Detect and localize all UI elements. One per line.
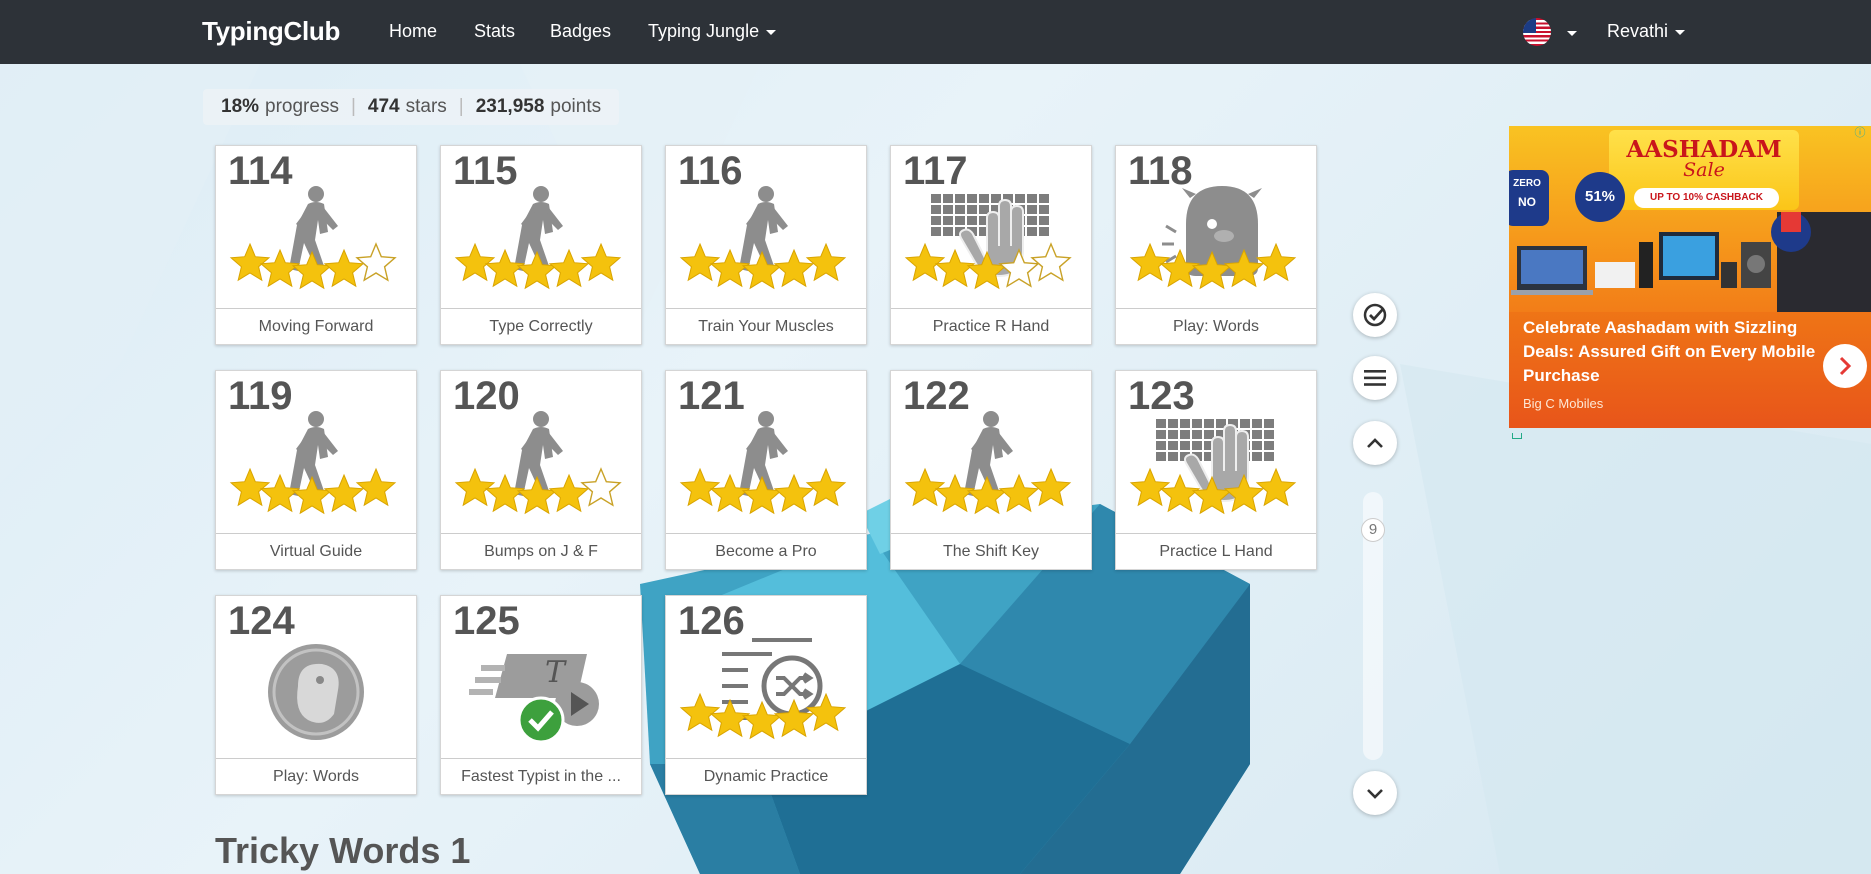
lesson-card-116[interactable]: 116 Train Your Muscles xyxy=(665,145,867,345)
walker-icon xyxy=(454,186,622,290)
lesson-card-117[interactable]: 117 Practice R Hand xyxy=(890,145,1092,345)
menu-lines-icon[interactable] xyxy=(1353,356,1397,400)
svg-text:T: T xyxy=(545,655,567,690)
nav-home[interactable]: Home xyxy=(389,21,437,42)
lesson-title: Train Your Muscles xyxy=(666,308,866,344)
lesson-title: Type Correctly xyxy=(441,308,641,344)
chevron-right-icon xyxy=(1839,356,1852,376)
brand-logo[interactable]: TypingClub xyxy=(202,16,340,47)
points-count: 231,958 xyxy=(475,96,545,117)
walker-icon xyxy=(229,411,397,515)
nav-typing-jungle-dropdown[interactable]: Typing Jungle xyxy=(648,21,777,42)
lesson-card-119[interactable]: 119 Virtual Guide xyxy=(215,370,417,570)
stars-count: 474 xyxy=(367,96,400,117)
lesson-card-124[interactable]: 124 Play: Words xyxy=(215,595,417,795)
progress-label: progress xyxy=(265,96,339,117)
walker-icon xyxy=(679,186,847,290)
lesson-title: Play: Words xyxy=(216,758,416,794)
nav-badges[interactable]: Badges xyxy=(550,21,611,42)
chevron-down-icon xyxy=(766,29,777,35)
ad-close-icon[interactable]: ⓘ xyxy=(1853,126,1867,140)
lesson-title: Play: Words xyxy=(1116,308,1316,344)
ad-sponsor[interactable]: Big C Mobiles xyxy=(1523,396,1603,411)
user-menu-dropdown[interactable]: Revathi xyxy=(1607,21,1686,42)
walker-icon xyxy=(904,411,1072,515)
lesson-title: Practice L Hand xyxy=(1116,533,1316,569)
lesson-card-126[interactable]: 126 Dynamic Practice xyxy=(665,595,867,795)
progress-summary: 18% progress | 474 stars | 231,958 point… xyxy=(203,89,620,125)
ad-cashback: UP TO 10% CASHBACK xyxy=(1634,188,1779,208)
walker-icon xyxy=(229,186,397,290)
lesson-card-125[interactable]: 125 T Fastest Typist in the ... xyxy=(440,595,642,795)
ad-headline[interactable]: Celebrate Aashadam with Sizzling Deals: … xyxy=(1523,316,1823,388)
advertisement-banner[interactable]: AASHADAM Sale UP TO 10% CASHBACK ZERO NO… xyxy=(1509,126,1871,428)
video-complete-icon: T xyxy=(469,654,599,744)
lesson-title: Practice R Hand xyxy=(891,308,1091,344)
ad-arrow-button[interactable] xyxy=(1823,344,1867,388)
stars-label: stars xyxy=(405,96,447,117)
points-label: points xyxy=(550,96,602,117)
lesson-title: Bumps on J & F xyxy=(441,533,641,569)
lesson-title: Fastest Typist in the ... xyxy=(441,758,641,794)
lesson-card-118[interactable]: 118 Play: Words xyxy=(1115,145,1317,345)
shuffle-lines-icon xyxy=(679,638,847,740)
ad-image: AASHADAM Sale UP TO 10% CASHBACK ZERO NO… xyxy=(1509,126,1871,312)
user-name: Revathi xyxy=(1607,21,1669,41)
section-title: Tricky Words 1 xyxy=(215,830,471,871)
page-scroll-thumb[interactable]: 9 xyxy=(1361,518,1385,542)
ad-choices-icon[interactable] xyxy=(1512,433,1522,439)
progress-percent: 18% xyxy=(221,96,260,117)
monster-icon xyxy=(1129,186,1297,290)
walker-icon xyxy=(454,411,622,515)
top-navbar: TypingClub Home Stats Badges Typing Jung… xyxy=(0,0,1871,64)
lesson-card-115[interactable]: 115 Type Correctly xyxy=(440,145,642,345)
lesson-card-114[interactable]: 114 Moving Forward xyxy=(215,145,417,345)
keyboard-hand-icon xyxy=(1129,419,1297,515)
lesson-title: Virtual Guide xyxy=(216,533,416,569)
lesson-card-122[interactable]: 122 The Shift Key xyxy=(890,370,1092,570)
us-flag-icon[interactable] xyxy=(1523,18,1551,46)
keyboard-hand-icon xyxy=(904,194,1072,290)
lesson-title: Moving Forward xyxy=(216,308,416,344)
walker-icon xyxy=(679,411,847,515)
chevron-down-icon[interactable] xyxy=(1567,31,1577,36)
lesson-card-123[interactable]: 123 Practice L Hand xyxy=(1115,370,1317,570)
lesson-title: Dynamic Practice xyxy=(666,758,866,794)
lesson-card-121[interactable]: 121 Become a Pro xyxy=(665,370,867,570)
lesson-title: The Shift Key xyxy=(891,533,1091,569)
check-circle-icon[interactable] xyxy=(1353,293,1397,337)
nav-typing-jungle-label: Typing Jungle xyxy=(648,21,760,41)
lesson-card-120[interactable]: 120 Bumps on J & F xyxy=(440,370,642,570)
lesson-title: Become a Pro xyxy=(666,533,866,569)
star-rating xyxy=(679,692,847,740)
chevron-up-icon[interactable] xyxy=(1353,421,1397,465)
nav-stats[interactable]: Stats xyxy=(474,21,515,42)
game-badge-icon xyxy=(268,644,364,740)
chevron-down-icon[interactable] xyxy=(1353,771,1397,815)
ad-products-art xyxy=(1511,212,1871,312)
chevron-down-icon xyxy=(1675,29,1686,35)
